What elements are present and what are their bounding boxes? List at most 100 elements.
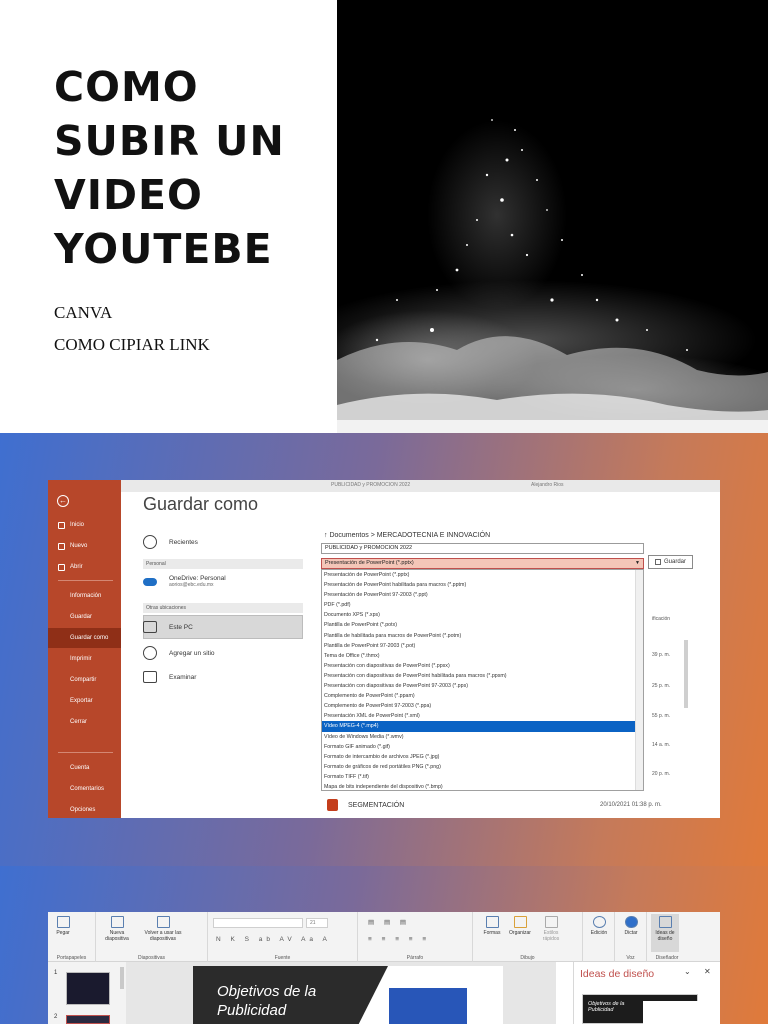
file-name: SEGMENTACIÓN bbox=[348, 801, 405, 809]
filetype-dropdown-list[interactable]: Presentación de PowerPoint (*.pptx) Prese… bbox=[321, 569, 644, 791]
filetype-option[interactable]: Formato TIFF (*.tif) bbox=[322, 772, 643, 782]
folder-path: Documentos > MERCADOTECNIA E INNOVACIÓN bbox=[329, 532, 491, 539]
paste-label: Pegar bbox=[56, 930, 70, 936]
slide-thumbnail-1[interactable] bbox=[66, 972, 110, 1005]
location-label: Agregar un sitio bbox=[169, 649, 215, 657]
quick-styles-button[interactable]: Estilos rápidos bbox=[537, 916, 565, 942]
filetype-option[interactable]: Plantilla de PowerPoint 97-2003 (*.pot) bbox=[322, 641, 643, 651]
new-slide-icon bbox=[110, 916, 124, 928]
sidebar-item-informacion[interactable]: Información bbox=[48, 588, 121, 604]
filetype-option[interactable]: Presentación de PowerPoint (*.pptx) bbox=[322, 570, 643, 580]
file-list-scrollbar[interactable] bbox=[684, 640, 688, 708]
close-icon[interactable]: ✕ bbox=[704, 967, 711, 976]
up-arrow-icon[interactable]: ↑ bbox=[324, 532, 328, 539]
sidebar-item-label: Cerrar bbox=[70, 719, 88, 725]
design-ideas-button[interactable]: Ideas de diseño bbox=[651, 914, 679, 952]
current-slide[interactable]: Objetivos de la Publicidad bbox=[193, 966, 503, 1024]
new-slide-button[interactable]: Nueva diapositiva bbox=[100, 916, 134, 942]
group-slides: Nueva diapositiva Volver a usar las diap… bbox=[96, 912, 208, 962]
sidebar-item-cerrar[interactable]: Cerrar bbox=[48, 714, 121, 730]
idea-card-image bbox=[643, 1001, 699, 1024]
title-panel: COMO SUBIR UN VIDEO YOUTEBE CANVA COMO C… bbox=[0, 0, 337, 433]
filetype-option[interactable]: Presentación con diapositivas de PowerPo… bbox=[322, 661, 643, 671]
thumbnails-scrollbar[interactable] bbox=[120, 967, 124, 989]
filetype-option[interactable]: Tema de Office (*.thmx) bbox=[322, 651, 643, 661]
sidebar-item-guardar-como[interactable]: Guardar como bbox=[48, 628, 121, 648]
sidebar-item-opciones[interactable]: Opciones bbox=[48, 802, 121, 818]
sidebar-item-guardar[interactable]: Guardar bbox=[48, 609, 121, 625]
filetype-option[interactable]: Presentación XML de PowerPoint (*.xml) bbox=[322, 711, 643, 721]
filetype-option[interactable]: Complemento de PowerPoint (*.ppam) bbox=[322, 691, 643, 701]
arrange-button[interactable]: Organizar bbox=[505, 916, 535, 936]
location-onedrive[interactable]: OneDrive: Personal aorios@ebc.edu.mx bbox=[143, 575, 303, 588]
filetype-option[interactable]: Vídeo de Windows Media (*.wmv) bbox=[322, 732, 643, 742]
filetype-option[interactable]: Plantilla de habilitada para macros de P… bbox=[322, 631, 643, 641]
sidebar-item-cuenta[interactable]: Cuenta bbox=[48, 760, 121, 776]
filetype-option[interactable]: Presentación con diapositivas de PowerPo… bbox=[322, 671, 643, 681]
search-icon bbox=[592, 916, 606, 928]
dictate-label: Dictar bbox=[624, 930, 638, 936]
font-format-buttons[interactable]: N K S ab AV Aa A bbox=[216, 936, 331, 943]
group-label: Diapositivas bbox=[138, 955, 165, 961]
location-browse[interactable]: Examinar bbox=[143, 671, 303, 683]
column-header-modified: ificación bbox=[652, 616, 671, 622]
location-this-pc[interactable]: Este PC bbox=[143, 621, 303, 633]
reuse-slides-icon bbox=[156, 916, 170, 928]
list-buttons[interactable]: ▤ ▤ ▤ bbox=[368, 918, 410, 926]
filetype-option[interactable]: Formato GIF animado (*.gif) bbox=[322, 742, 643, 752]
shapes-button[interactable]: Formas bbox=[481, 916, 503, 936]
filetype-option[interactable]: Presentación de PowerPoint habilitada pa… bbox=[322, 580, 643, 590]
shapes-label: Formas bbox=[483, 930, 501, 936]
filetype-option[interactable]: Formato de gráficos de red portátiles PN… bbox=[322, 762, 643, 772]
group-voice: Dictar Voz bbox=[615, 912, 647, 962]
filetype-option[interactable]: Mapa de bits independiente del dispositi… bbox=[322, 782, 643, 790]
location-add-place[interactable]: Agregar un sitio bbox=[143, 646, 303, 660]
sidebar-item-nuevo[interactable]: Nuevo bbox=[48, 538, 121, 554]
reuse-slides-button[interactable]: Volver a usar las diapositivas bbox=[140, 916, 186, 942]
dropdown-scrollbar[interactable] bbox=[635, 570, 643, 790]
filetype-option[interactable]: PDF (*.pdf) bbox=[322, 600, 643, 610]
slide-heading[interactable]: Objetivos de la Publicidad bbox=[217, 982, 347, 1020]
title-line-4: YOUTEBE bbox=[54, 225, 273, 273]
sidebar-item-label: Comentarios bbox=[70, 786, 105, 792]
font-size-box[interactable]: 21 bbox=[306, 918, 328, 928]
shapes-icon bbox=[485, 916, 499, 928]
filename-input[interactable]: PUBLICIDAD y PROMOCION 2022 bbox=[321, 543, 644, 554]
filetype-option[interactable]: Formato de intercambio de archivos JPEG … bbox=[322, 752, 643, 762]
sidebar-item-imprimir[interactable]: Imprimir bbox=[48, 651, 121, 667]
filetype-option[interactable]: Vídeo MPEG-4 (*.mp4) bbox=[322, 721, 643, 732]
sidebar-item-compartir[interactable]: Compartir bbox=[48, 672, 121, 688]
location-recent[interactable]: Recientes bbox=[143, 535, 303, 549]
file-row-segmentacion[interactable]: SEGMENTACIÓN 20/10/2021 01:38 p. m. bbox=[327, 798, 687, 812]
title-slide: COMO SUBIR UN VIDEO YOUTEBE CANVA COMO C… bbox=[0, 0, 768, 433]
chevron-down-icon: ▼ bbox=[635, 560, 640, 566]
breadcrumb[interactable]: ↑ Documentos > MERCADOTECNIA E INNOVACIÓ… bbox=[324, 532, 490, 539]
align-buttons[interactable]: ≡ ≡ ≡ ≡ ≡ bbox=[368, 936, 430, 943]
editing-button[interactable]: Edición bbox=[587, 916, 611, 936]
ribbon: Pegar Portapapeles Nueva diapositiva Vol… bbox=[48, 912, 720, 962]
title-line-2: SUBIR UN bbox=[54, 117, 285, 165]
save-button[interactable]: Guardar bbox=[648, 555, 693, 569]
paste-button[interactable]: Pegar bbox=[52, 916, 74, 936]
filetype-option[interactable]: Documento XPS (*.xps) bbox=[322, 610, 643, 620]
sidebar-item-label: Compartir bbox=[70, 677, 97, 683]
slide-thumbnail-2[interactable] bbox=[66, 1015, 110, 1024]
font-name-box[interactable] bbox=[213, 918, 303, 928]
sidebar-item-abrir[interactable]: Abrir bbox=[48, 559, 121, 575]
chevron-down-icon[interactable]: ⌄ bbox=[684, 967, 691, 976]
back-arrow-icon[interactable]: ← bbox=[57, 495, 69, 507]
slide-photo[interactable] bbox=[389, 988, 467, 1024]
filetype-select[interactable]: Presentación de PowerPoint (*.pptx) ▼ bbox=[321, 558, 644, 569]
design-idea-card[interactable]: Objetivos de la Publicidad bbox=[582, 994, 699, 1024]
filetype-option[interactable]: Presentación de PowerPoint 97-2003 (*.pp… bbox=[322, 590, 643, 600]
filetype-option[interactable]: Plantilla de PowerPoint (*.potx) bbox=[322, 620, 643, 630]
sidebar-item-label: Opciones bbox=[70, 807, 96, 813]
sidebar-item-comentarios[interactable]: Comentarios bbox=[48, 781, 121, 797]
sidebar-item-inicio[interactable]: Inicio bbox=[48, 517, 121, 533]
sidebar-item-label: Nuevo bbox=[70, 543, 88, 549]
filetype-option[interactable]: Presentación con diapositivas de PowerPo… bbox=[322, 681, 643, 691]
water-splash-illustration bbox=[337, 0, 768, 433]
filetype-option[interactable]: Complemento de PowerPoint 97-2003 (*.ppa… bbox=[322, 701, 643, 711]
dictate-button[interactable]: Dictar bbox=[619, 916, 643, 936]
sidebar-item-exportar[interactable]: Exportar bbox=[48, 693, 121, 709]
